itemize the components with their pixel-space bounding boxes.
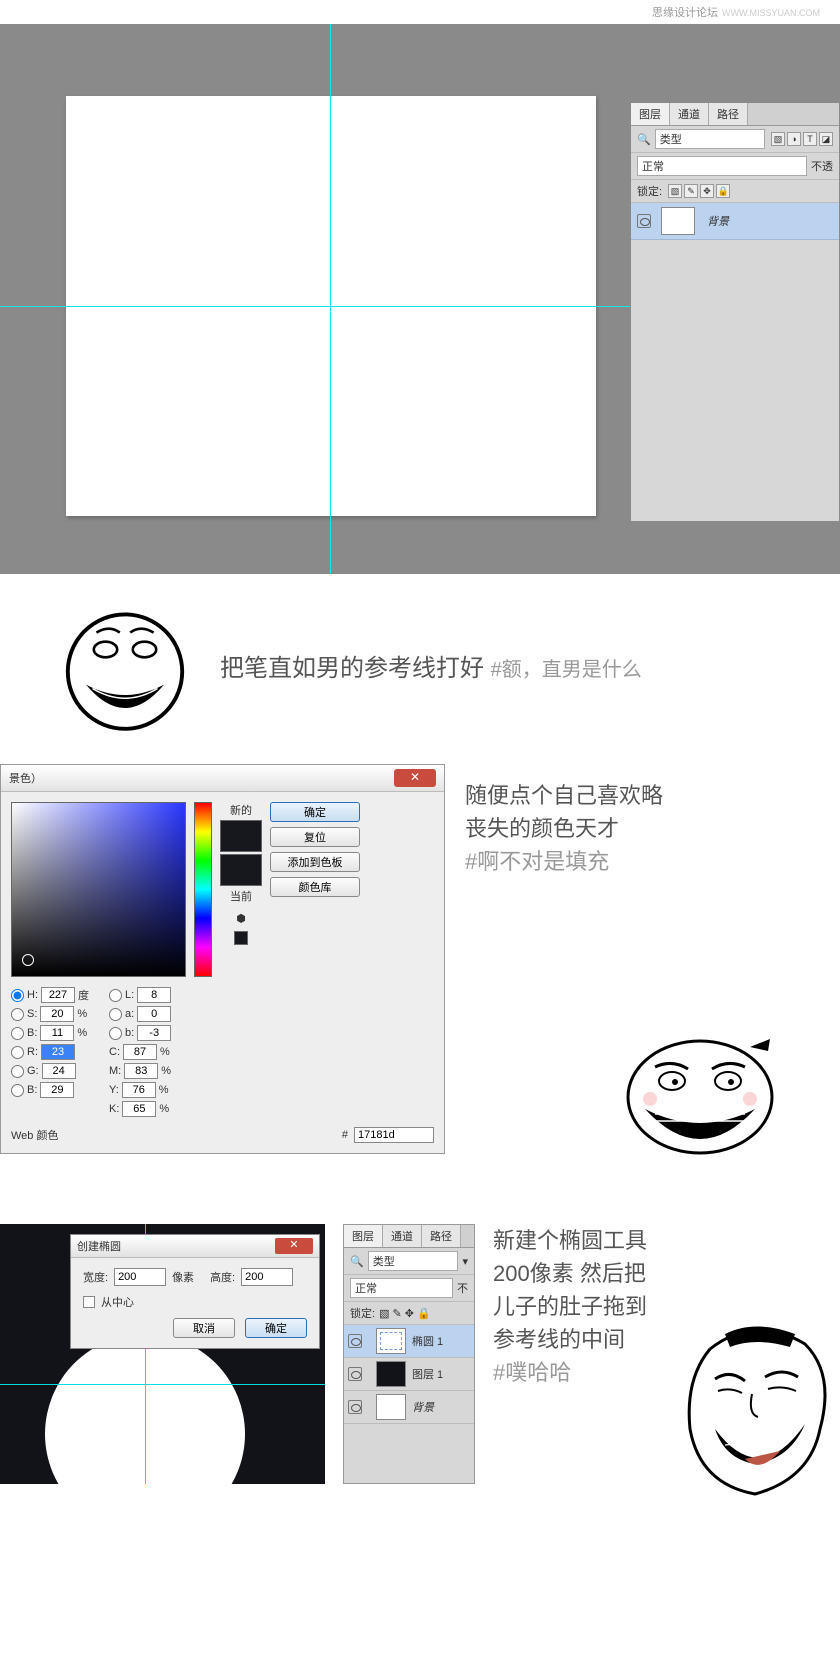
filter-icons[interactable]: ▧◑T◪ bbox=[769, 132, 833, 146]
close-button[interactable]: ✕ bbox=[394, 769, 436, 787]
l-radio[interactable] bbox=[109, 989, 122, 1002]
layer-thumbnail bbox=[376, 1328, 406, 1354]
tab-channels[interactable]: 通道 bbox=[383, 1225, 422, 1247]
g-radio[interactable] bbox=[11, 1065, 24, 1078]
m-field[interactable] bbox=[124, 1063, 158, 1079]
cube-icon: ⬢ bbox=[236, 912, 246, 925]
lb-radio[interactable] bbox=[109, 1027, 122, 1040]
layer-ellipse[interactable]: 椭圆 1 bbox=[344, 1325, 474, 1358]
a-radio[interactable] bbox=[109, 1008, 122, 1021]
caption-hash: #额，直男是什么 bbox=[491, 659, 642, 681]
bl-radio[interactable] bbox=[11, 1084, 24, 1097]
lock-label: 锁定: bbox=[637, 183, 662, 199]
caption-2: 随便点个自己喜欢略 丧失的颜色天才 #啊不对是填充 bbox=[465, 779, 755, 878]
h-field[interactable] bbox=[41, 987, 75, 1003]
layer-name: 背景 bbox=[707, 213, 729, 229]
layers-panel: 图层 通道 路径 🔍 类型 ▧◑T◪ 正常 不透 锁定: ▧✎✥🔒 背景 bbox=[630, 102, 840, 522]
bl-field[interactable] bbox=[40, 1082, 74, 1098]
dialog-title: 创建椭圆 bbox=[77, 1238, 121, 1254]
layers-panel-3: 图层 通道 路径 🔍类型▾ 正常不 锁定:▧ ✎ ✥ 🔒 椭圆 1 图层 1 背… bbox=[343, 1224, 475, 1484]
y-field[interactable] bbox=[122, 1082, 156, 1098]
s-radio[interactable] bbox=[11, 1008, 24, 1021]
r-field[interactable] bbox=[41, 1044, 75, 1060]
lock-icon: 🔒 bbox=[716, 184, 730, 198]
hue-slider[interactable] bbox=[194, 802, 212, 977]
caption-main: 把笔直如男的参考线打好 bbox=[220, 655, 484, 682]
blend-select[interactable]: 正常 bbox=[350, 1278, 453, 1298]
k-field[interactable] bbox=[122, 1101, 156, 1117]
swatch-column: 新的 当前 ⬢ bbox=[220, 802, 262, 977]
cancel-button[interactable]: 取消 bbox=[173, 1318, 235, 1338]
reset-button[interactable]: 复位 bbox=[270, 827, 360, 847]
height-field[interactable] bbox=[241, 1268, 293, 1286]
library-button[interactable]: 颜色库 bbox=[270, 877, 360, 897]
layer-background[interactable]: 背景 bbox=[631, 203, 839, 240]
tab-channels[interactable]: 通道 bbox=[670, 103, 709, 125]
ok-button[interactable]: 确定 bbox=[245, 1318, 307, 1338]
type-select[interactable]: 类型 bbox=[368, 1251, 459, 1271]
section-ellipse: 创建椭圆✕ 宽度: 像素 高度: 从中心 取消 确定 图层 通道 路径 bbox=[0, 1184, 840, 1504]
layer-1[interactable]: 图层 1 bbox=[344, 1358, 474, 1391]
tab-paths[interactable]: 路径 bbox=[709, 103, 748, 125]
lock-icons[interactable]: ▧✎✥🔒 bbox=[666, 184, 730, 198]
new-label: 新的 bbox=[230, 802, 252, 818]
visibility-icon[interactable] bbox=[348, 1400, 362, 1414]
width-field[interactable] bbox=[114, 1268, 166, 1286]
layer-thumbnail bbox=[376, 1361, 406, 1387]
section-color-picker: 景色） ✕ 新的 当前 ⬢ 确定 复位 添加到色板 颜色库 H:度 bbox=[0, 764, 840, 1184]
hex-field[interactable] bbox=[354, 1127, 434, 1143]
center-checkbox[interactable] bbox=[83, 1296, 95, 1308]
watermark: 思缘设计论坛WWW.MISSYUAN.COM bbox=[0, 0, 840, 20]
meme-face-2 bbox=[620, 1029, 780, 1164]
new-swatch bbox=[220, 820, 262, 852]
l-field[interactable] bbox=[137, 987, 171, 1003]
meme-face-3 bbox=[670, 1319, 840, 1504]
color-picker-dialog: 景色） ✕ 新的 当前 ⬢ 确定 复位 添加到色板 颜色库 H:度 bbox=[0, 764, 445, 1154]
current-label: 当前 bbox=[230, 888, 252, 904]
tab-paths[interactable]: 路径 bbox=[422, 1225, 461, 1247]
lb-field[interactable] bbox=[137, 1025, 171, 1041]
visibility-icon[interactable] bbox=[348, 1334, 362, 1348]
b-radio[interactable] bbox=[11, 1027, 24, 1040]
visibility-icon[interactable] bbox=[637, 214, 651, 228]
guide-horizontal bbox=[0, 1384, 325, 1385]
h-radio[interactable] bbox=[11, 989, 24, 1002]
blend-select[interactable]: 正常 bbox=[637, 156, 807, 176]
create-ellipse-dialog: 创建椭圆✕ 宽度: 像素 高度: 从中心 取消 确定 bbox=[70, 1234, 320, 1349]
visibility-icon[interactable] bbox=[348, 1367, 362, 1381]
guide-vertical bbox=[330, 24, 331, 574]
web-label: Web 颜色 bbox=[11, 1127, 58, 1143]
s-field[interactable] bbox=[40, 1006, 74, 1022]
search-icon: 🔍 bbox=[637, 133, 651, 146]
layer-thumbnail bbox=[376, 1394, 406, 1420]
c-field[interactable] bbox=[123, 1044, 157, 1060]
tab-layers[interactable]: 图层 bbox=[344, 1225, 383, 1247]
current-swatch bbox=[220, 854, 262, 886]
mini-swatch bbox=[234, 931, 248, 945]
saturation-field[interactable] bbox=[11, 802, 186, 977]
tab-layers[interactable]: 图层 bbox=[631, 103, 670, 125]
a-field[interactable] bbox=[137, 1006, 171, 1022]
g-field[interactable] bbox=[42, 1063, 76, 1079]
layer-thumbnail bbox=[661, 207, 695, 235]
close-button[interactable]: ✕ bbox=[275, 1238, 313, 1254]
meme-face-1 bbox=[60, 604, 190, 734]
opacity-label: 不透 bbox=[811, 158, 833, 174]
canvas-stage-3: 创建椭圆✕ 宽度: 像素 高度: 从中心 取消 确定 bbox=[0, 1224, 325, 1484]
type-select[interactable]: 类型 bbox=[655, 129, 765, 149]
ok-button[interactable]: 确定 bbox=[270, 802, 360, 822]
canvas-stage-1: 图层 通道 路径 🔍 类型 ▧◑T◪ 正常 不透 锁定: ▧✎✥🔒 背景 bbox=[0, 24, 840, 574]
b-field[interactable] bbox=[40, 1025, 74, 1041]
layer-background[interactable]: 背景 bbox=[344, 1391, 474, 1424]
caption-1: 把笔直如男的参考线打好 #额，直男是什么 bbox=[0, 574, 840, 764]
picker-title: 景色） bbox=[9, 770, 42, 786]
add-swatch-button[interactable]: 添加到色板 bbox=[270, 852, 360, 872]
r-radio[interactable] bbox=[11, 1046, 24, 1059]
